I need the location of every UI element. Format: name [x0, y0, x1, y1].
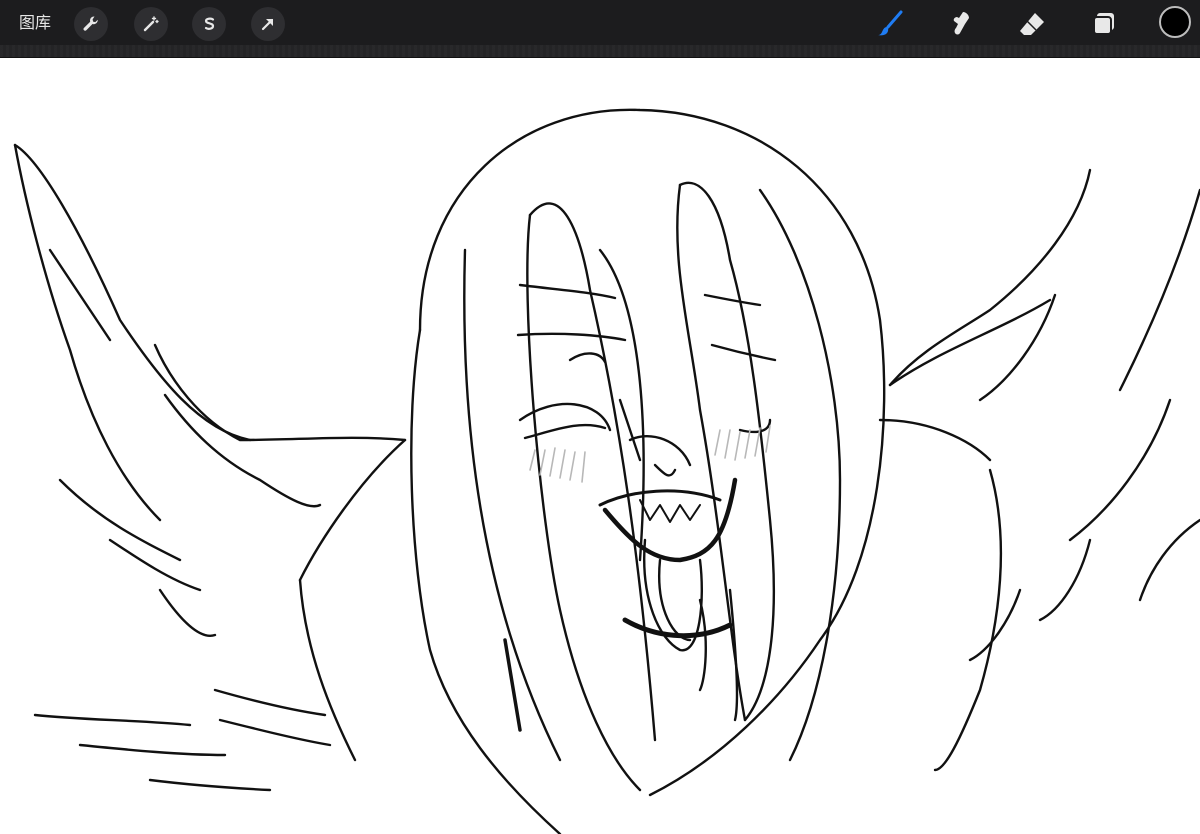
smudge-icon[interactable] [941, 4, 981, 44]
sketch-artwork [13, 108, 1200, 834]
eraser-icon[interactable] [1012, 4, 1052, 44]
drawing-canvas[interactable] [0, 59, 1200, 834]
top-toolbar: 图库 [0, 0, 1200, 58]
gallery-button[interactable]: 图库 [19, 11, 51, 35]
color-swatch-button[interactable] [1159, 6, 1191, 38]
brush-icon[interactable] [870, 4, 910, 44]
arrow-cursor-icon[interactable] [251, 7, 285, 41]
wrench-icon[interactable] [74, 7, 108, 41]
magic-wand-icon[interactable] [134, 7, 168, 41]
layers-icon[interactable] [1084, 4, 1124, 44]
selection-s-icon[interactable] [192, 7, 226, 41]
